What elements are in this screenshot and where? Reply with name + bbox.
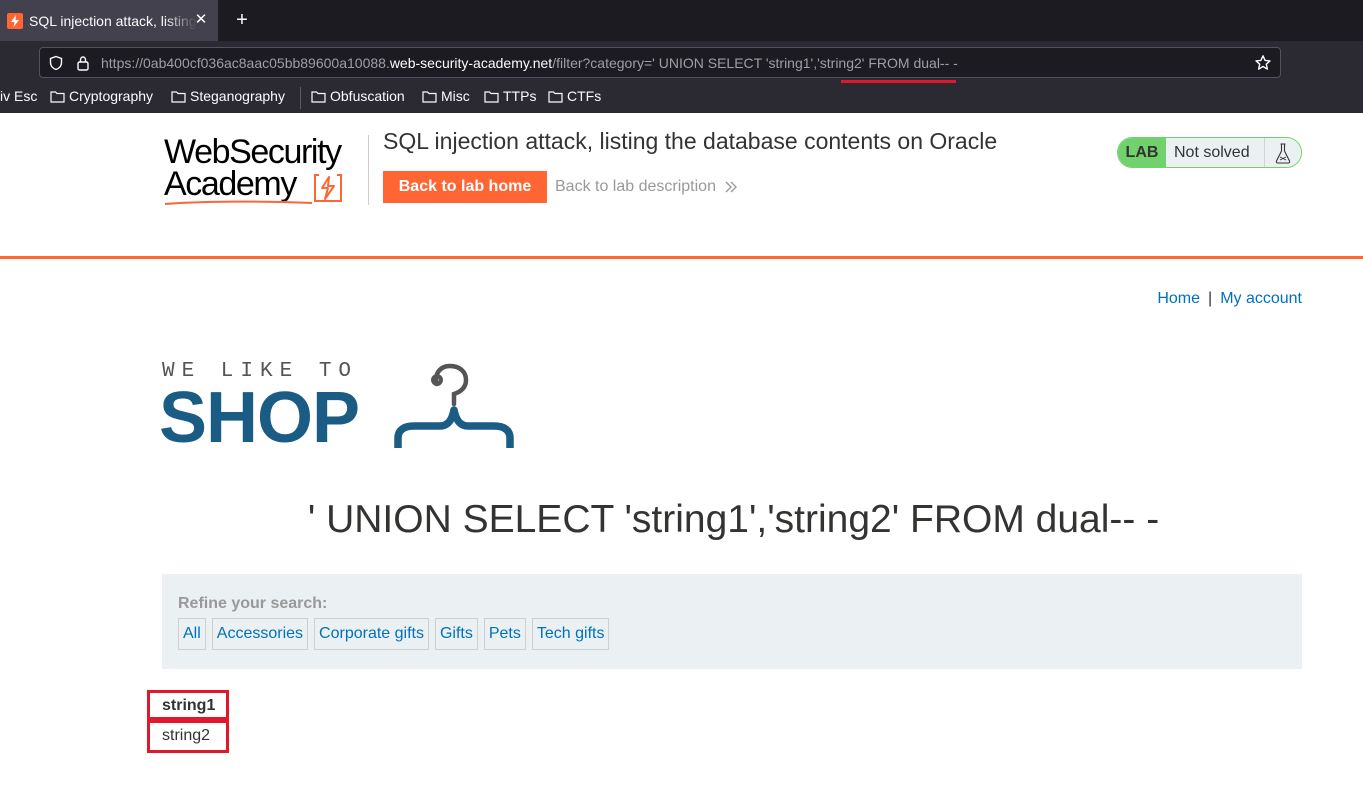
folder-icon bbox=[171, 90, 186, 103]
flask-icon bbox=[1275, 142, 1291, 164]
lock-icon[interactable] bbox=[76, 55, 90, 71]
search-result-heading: ' UNION SELECT 'string1','string2' FROM … bbox=[307, 498, 1160, 541]
browser-tab-strip: SQL injection attack, listing the databa… bbox=[0, 0, 1363, 41]
tab-title: SQL injection attack, listing the databa… bbox=[29, 12, 197, 29]
filter-panel: Refine your search: All Accessories Corp… bbox=[162, 574, 1302, 669]
filter-corporate-gifts[interactable]: Corporate gifts bbox=[314, 618, 429, 650]
portswigger-favicon-icon bbox=[7, 12, 23, 29]
shop-logo: WE LIKE TO SHOP bbox=[159, 360, 522, 458]
shield-icon[interactable] bbox=[48, 55, 64, 71]
header-divider bbox=[368, 135, 369, 205]
bookmark-cryptography[interactable]: Cryptography bbox=[50, 88, 153, 104]
folder-icon bbox=[50, 90, 65, 103]
home-link[interactable]: Home bbox=[1157, 290, 1200, 307]
bookmark-label: iv Esc bbox=[0, 88, 38, 104]
double-chevron-right-icon bbox=[725, 181, 737, 193]
shop-logo-word: SHOP bbox=[159, 378, 360, 458]
logo-underline-swoosh bbox=[164, 200, 313, 205]
bookmark-priv-esc[interactable]: iv Esc bbox=[0, 88, 37, 104]
back-to-lab-home-button[interactable]: Back to lab home bbox=[383, 171, 547, 203]
bookmark-obfuscation[interactable]: Obfuscation bbox=[311, 88, 405, 104]
bookmark-star-icon[interactable] bbox=[1254, 54, 1272, 72]
filter-gifts[interactable]: Gifts bbox=[434, 618, 478, 650]
url-host: web-security-academy.net bbox=[389, 55, 553, 71]
header-orange-rule bbox=[0, 256, 1363, 259]
new-tab-button[interactable]: + bbox=[231, 9, 253, 31]
close-tab-icon[interactable]: ✕ bbox=[192, 11, 210, 29]
filter-pets[interactable]: Pets bbox=[483, 618, 526, 650]
back-description-label: Back to lab description bbox=[555, 178, 716, 195]
browser-nav-bar: https://0ab400cf036ac8aac05bb89600a10088… bbox=[0, 41, 1363, 83]
logo-line-1: WebSecurity bbox=[164, 133, 342, 171]
web-security-academy-logo[interactable]: WebSecurity Academy bbox=[164, 133, 364, 208]
lab-status-text: Not solved bbox=[1166, 138, 1264, 167]
address-bar[interactable]: https://0ab400cf036ac8aac05bb89600a10088… bbox=[39, 47, 1281, 78]
lab-badge: LAB bbox=[1118, 138, 1166, 167]
nav-separator: | bbox=[1208, 290, 1213, 307]
highlight-box-string2 bbox=[147, 720, 229, 753]
bookmark-misc[interactable]: Misc bbox=[422, 88, 470, 104]
bookmark-label: Obfuscation bbox=[330, 88, 405, 104]
lab-status-widget: LAB Not solved bbox=[1117, 137, 1302, 168]
bookmark-ttps[interactable]: TTPs bbox=[484, 88, 536, 104]
flask-icon-container bbox=[1264, 138, 1301, 167]
lab-title: SQL injection attack, listing the databa… bbox=[383, 128, 998, 154]
bookmark-label: Steganography bbox=[190, 88, 285, 104]
academy-bolt-icon bbox=[314, 174, 342, 202]
bookmark-label: CTFs bbox=[567, 88, 602, 104]
highlight-box-string1 bbox=[147, 690, 229, 720]
filter-label: Refine your search: bbox=[178, 595, 328, 612]
bookmark-separator bbox=[300, 87, 301, 109]
bookmark-ctfs[interactable]: CTFs bbox=[548, 88, 601, 104]
bookmarks-toolbar: iv Esc Cryptography Steganography Obfusc… bbox=[0, 83, 1363, 113]
url-prefix: https://0ab400cf036ac8aac05bb89600a10088… bbox=[101, 55, 390, 71]
bookmark-label: Misc bbox=[441, 88, 470, 104]
filter-category-list: All Accessories Corporate gifts Gifts Pe… bbox=[178, 618, 615, 650]
account-nav: Home | My account bbox=[1157, 290, 1302, 308]
url-text[interactable]: https://0ab400cf036ac8aac05bb89600a10088… bbox=[101, 55, 958, 71]
folder-icon bbox=[484, 90, 499, 103]
filter-accessories[interactable]: Accessories bbox=[211, 618, 309, 650]
logo-line-2: Academy bbox=[164, 165, 297, 203]
folder-icon bbox=[548, 90, 563, 103]
folder-icon bbox=[422, 90, 437, 103]
bookmark-label: TTPs bbox=[503, 88, 537, 104]
filter-tech-gifts[interactable]: Tech gifts bbox=[531, 618, 610, 650]
filter-all[interactable]: All bbox=[178, 618, 206, 650]
my-account-link[interactable]: My account bbox=[1220, 290, 1302, 307]
folder-icon bbox=[311, 90, 326, 103]
clothes-hanger-icon bbox=[394, 363, 514, 448]
url-path: /filter?category=' UNION SELECT 'string1… bbox=[552, 55, 958, 71]
back-to-lab-description-link[interactable]: Back to lab description bbox=[555, 178, 738, 196]
browser-tab-active[interactable]: SQL injection attack, listing the databa… bbox=[0, 0, 218, 41]
bookmark-steganography[interactable]: Steganography bbox=[171, 88, 285, 104]
bookmark-label: Cryptography bbox=[69, 88, 154, 104]
